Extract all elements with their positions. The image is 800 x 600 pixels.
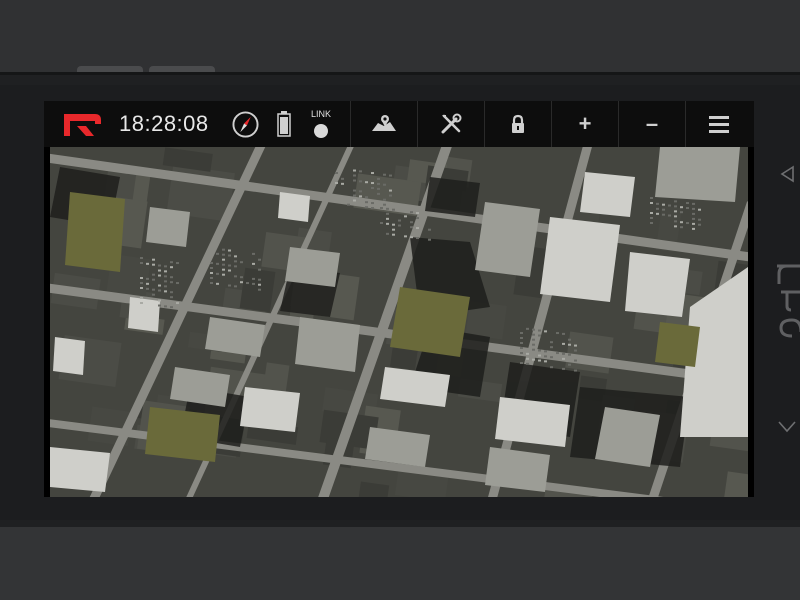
compass-icon[interactable] [232,111,259,138]
lock-button[interactable] [484,101,551,147]
link-label: LINK [310,109,331,119]
phone-top-edge [0,0,800,72]
app-screen: 18:28:08 LINK + – [44,101,754,497]
htc-logo [777,264,800,338]
link-status: LINK [306,109,336,141]
tools-button[interactable] [417,101,484,147]
top-toolbar: 18:28:08 LINK + – [44,101,754,147]
wrench-screwdriver-icon [441,113,462,134]
zoom-in-button[interactable]: + [551,101,618,147]
clock-text: 18:28:08 [119,111,209,136]
zoom-out-button[interactable]: – [618,101,685,147]
back-key-icon[interactable] [779,165,795,183]
aerial-imagery [50,147,748,497]
phone-bottom-edge [0,527,800,600]
hamburger-menu-icon [709,116,729,133]
battery-icon [277,111,291,137]
plus-icon: + [578,111,592,136]
minus-icon: – [645,111,659,136]
map-layers-button[interactable] [350,101,417,147]
lock-icon [512,114,524,133]
menu-button[interactable] [685,101,752,147]
aerial-map-view[interactable] [50,147,748,497]
chevron-down-key-icon[interactable] [777,420,797,434]
map-icon [372,115,396,131]
link-status-dot [314,124,328,138]
app-logo [64,114,101,136]
